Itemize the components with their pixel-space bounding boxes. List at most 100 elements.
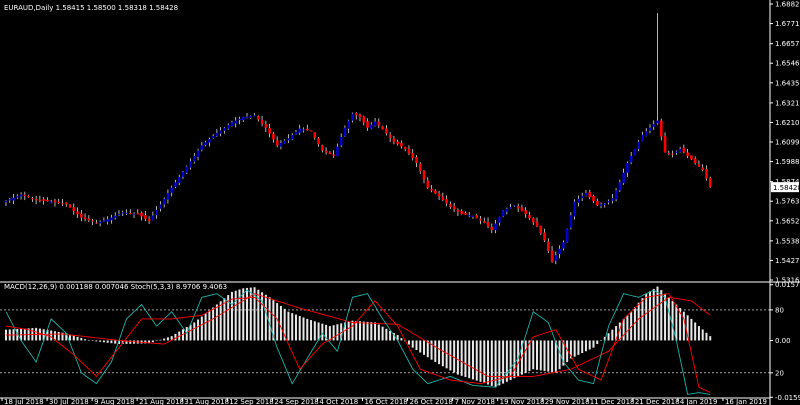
candle-body <box>283 140 286 144</box>
macd-bar <box>423 340 426 355</box>
macd-bar <box>660 290 663 341</box>
candle-body <box>648 127 652 131</box>
macd-bar <box>246 287 249 341</box>
candle-body <box>80 213 83 218</box>
macd-bar <box>411 340 414 348</box>
price-chart-title: EURAUD,Daily 1.58415 1.58500 1.58318 1.5… <box>4 4 178 12</box>
candle-body <box>543 232 546 241</box>
candle-body <box>260 119 264 124</box>
candle-body <box>509 207 512 209</box>
time-tick-label: 12 Sep 2018 <box>229 398 273 405</box>
candle-body <box>57 201 61 204</box>
candle-body <box>151 215 155 221</box>
candle-body <box>275 140 279 146</box>
macd-bar <box>441 340 444 367</box>
macd-bar <box>622 318 625 341</box>
candle-body <box>701 167 705 171</box>
candle-body <box>249 115 253 118</box>
price-tick-label: 1.56520 <box>775 217 800 225</box>
macd-bar <box>656 286 659 341</box>
macd-bar <box>551 340 554 373</box>
macd-bar <box>453 340 456 373</box>
time-tick-label: 21 Dec 2018 <box>635 398 680 405</box>
candle-body <box>452 205 456 210</box>
candle-body <box>91 220 94 222</box>
macd-bar <box>355 320 358 341</box>
candle-body <box>268 128 271 134</box>
candle-body <box>23 194 27 197</box>
candle-body <box>208 139 211 143</box>
macd-bar <box>445 340 448 369</box>
macd-bar <box>607 333 610 341</box>
candle-body <box>95 222 98 224</box>
candle-body <box>166 193 170 200</box>
candle-body <box>12 197 15 201</box>
candle-body <box>584 192 588 196</box>
candle-body <box>328 152 332 155</box>
candle-body <box>392 138 396 142</box>
candle-body <box>177 177 181 183</box>
candle-body <box>411 153 415 159</box>
candle-body <box>482 221 486 223</box>
macd-bar <box>690 318 693 341</box>
macd-bar <box>57 331 60 341</box>
candle-body <box>663 136 667 153</box>
candle-body <box>8 199 12 201</box>
candle-body <box>204 142 207 146</box>
macd-bar <box>223 298 226 341</box>
candle-body <box>498 217 501 223</box>
candle-body <box>136 213 140 215</box>
macd-bar <box>509 340 512 381</box>
macd-bar <box>505 340 508 382</box>
candle-body <box>264 124 268 128</box>
candle-body <box>189 161 192 168</box>
macd-bar <box>321 323 324 341</box>
candle-body <box>241 117 245 121</box>
candle-body <box>321 145 324 151</box>
macd-bar <box>95 340 98 342</box>
candle-body <box>185 166 189 173</box>
price-tick-label: 1.54270 <box>775 257 800 265</box>
macd-bar <box>592 340 595 348</box>
candle-body <box>68 204 72 208</box>
macd-bar <box>291 313 294 341</box>
candle-body <box>671 153 674 155</box>
time-tick-label: 24 Sep 2018 <box>274 398 318 405</box>
price-tick-label: 1.57630 <box>775 198 800 206</box>
candle-body <box>471 215 475 217</box>
price-tick-label: 1.60990 <box>775 139 800 147</box>
candle-body <box>317 138 320 145</box>
time-tick-label: 18 Jul 2018 <box>4 398 44 405</box>
macd-bar <box>366 321 369 341</box>
macd-bar <box>667 297 670 341</box>
trading-chart[interactable]: 1.68820 1.67710 1.66570 1.65460 1.64350 1.632… <box>0 0 800 405</box>
candle-body <box>558 248 561 255</box>
macd-bar <box>287 311 290 341</box>
candle-body <box>486 221 490 227</box>
candle-body <box>290 135 294 140</box>
macd-bar <box>359 321 361 341</box>
macd-bar <box>600 340 603 341</box>
macd-bar <box>294 314 297 341</box>
macd-bar <box>532 340 535 370</box>
time-tick-label: 29 Nov 2018 <box>545 398 590 405</box>
candle-body <box>449 203 452 208</box>
candle-body <box>603 203 607 205</box>
candle-body <box>162 198 166 205</box>
candle-body <box>234 120 238 124</box>
candle-body <box>287 138 290 141</box>
candle-body <box>144 215 147 219</box>
candle-body <box>682 147 686 153</box>
macd-bar <box>637 302 640 341</box>
candle-body <box>494 223 497 231</box>
indicator-tick-label: 0.015738 <box>775 281 800 289</box>
candle-body <box>678 148 682 152</box>
chart-window[interactable]: 1.68820 1.67710 1.66570 1.65460 1.64350 1.632… <box>0 0 800 405</box>
macd-bar <box>577 340 580 355</box>
macd-bar <box>336 324 339 341</box>
candle-body <box>644 131 648 137</box>
candle-body <box>479 218 482 221</box>
macd-bar <box>276 303 279 341</box>
candle-body <box>686 152 689 156</box>
candle-body <box>667 153 671 155</box>
